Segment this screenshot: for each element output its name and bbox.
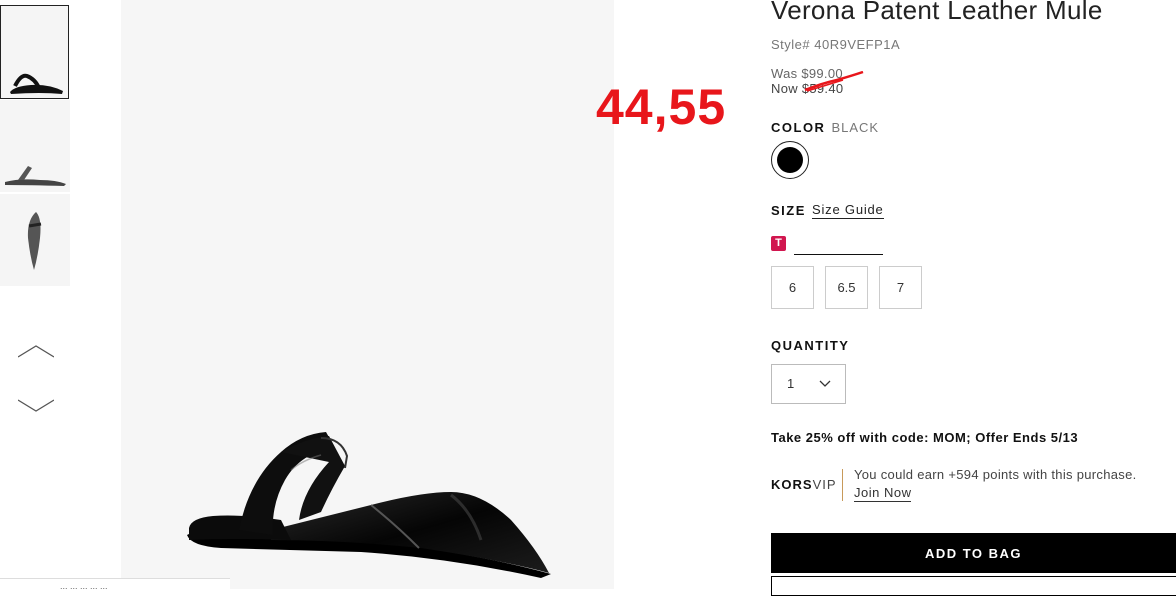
mule-profile-thumbnail-image [5, 166, 66, 186]
mule-side-thumbnail-image [10, 73, 63, 94]
thumbnail-3[interactable] [0, 194, 70, 286]
korsvip-logo-bold: KORS [771, 477, 813, 492]
vip-divider [842, 469, 843, 501]
korsvip-logo: KORSVIP [771, 477, 837, 492]
quantity-select[interactable]: 1 [771, 364, 846, 404]
color-swatch-black[interactable] [771, 141, 809, 179]
thumbnail-1[interactable] [0, 5, 69, 99]
footer-strip: ... ... ... ... ... [0, 578, 230, 591]
vip-points-text: You could earn +594 points with this pur… [854, 467, 1137, 482]
color-value: BLACK [831, 120, 880, 135]
mule-shoe-image [187, 432, 551, 578]
thumbnail-2[interactable] [0, 100, 70, 192]
size-option-6[interactable]: 6 [771, 266, 814, 309]
size-option-7[interactable]: 7 [879, 266, 922, 309]
price-annotation: 44,55 [596, 79, 727, 135]
korsvip-logo-light: VIP [812, 477, 837, 492]
quantity-label: QUANTITY [771, 338, 850, 353]
size-badge-icon: T [771, 236, 786, 251]
add-to-bag-button[interactable]: ADD TO BAG [771, 533, 1176, 573]
swatch-fill [777, 147, 803, 173]
scroll-down-arrow-icon[interactable] [18, 395, 54, 415]
promo-text: Take 25% off with code: MOM; Offer Ends … [771, 430, 1079, 445]
size-label: SIZE [771, 203, 806, 218]
color-label: COLOR BLACK [771, 120, 879, 135]
size-option-6-5[interactable]: 6.5 [825, 266, 868, 309]
price-strikethrough-mark [804, 71, 864, 92]
size-underline [794, 254, 883, 255]
join-now-link[interactable]: Join Now [854, 485, 912, 502]
scroll-up-arrow-icon[interactable] [18, 343, 54, 363]
quantity-value: 1 [787, 376, 795, 391]
mule-top-thumbnail-image [27, 212, 42, 270]
style-number: Style# 40R9VEFP1A [771, 37, 901, 52]
footer-snippet: ... ... ... ... ... [60, 581, 108, 591]
product-title: Verona Patent Leather Mule [771, 0, 1103, 25]
size-guide-link[interactable]: Size Guide [812, 202, 884, 219]
main-product-image[interactable] [121, 0, 614, 589]
secondary-action-button[interactable] [771, 576, 1176, 596]
color-label-text: COLOR [771, 120, 826, 135]
chevron-down-icon [819, 380, 831, 387]
